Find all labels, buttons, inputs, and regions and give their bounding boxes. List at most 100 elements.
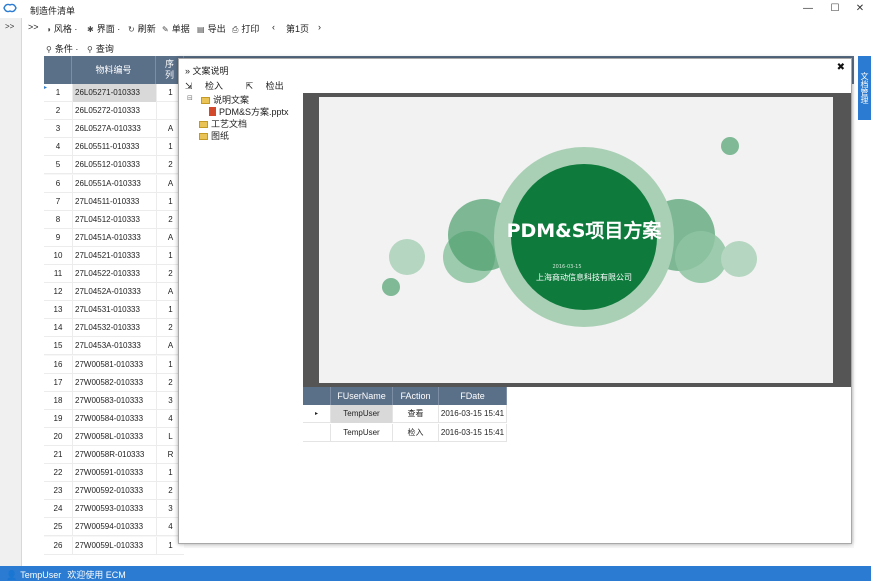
expand-rail-button[interactable]: >> [5, 22, 14, 31]
minimize-button[interactable]: — [800, 2, 816, 16]
row-number[interactable]: 21 [44, 446, 72, 464]
table-row[interactable]: 24 27W00593-010333 3 [44, 500, 184, 519]
material-code-cell[interactable]: 26L05512-010333 [72, 156, 156, 175]
table-row[interactable]: 18 27W00583-010333 3 [44, 391, 184, 410]
tree-folder-drawings[interactable]: 图纸 [199, 129, 229, 142]
log-row-indicator[interactable] [303, 424, 331, 442]
row-number[interactable]: 1 [44, 84, 72, 102]
table-row[interactable]: 23 27W00592-010333 2 [44, 482, 184, 501]
log-user-cell[interactable]: TempUser [331, 424, 393, 442]
row-number[interactable]: 3 [44, 120, 72, 138]
log-row[interactable]: TempUser 检入 2016-03-15 15:41 [303, 424, 507, 442]
table-row[interactable]: 25 27W00594-010333 4 [44, 518, 184, 537]
table-row[interactable]: 11 27L04522-010333 2 [44, 265, 184, 283]
row-number[interactable]: 16 [44, 356, 72, 374]
table-row[interactable]: 10 27L04521-010333 1 [44, 246, 184, 265]
material-code-cell[interactable]: 27L04522-010333 [72, 265, 156, 283]
material-code-cell[interactable]: 27L04512-010333 [72, 210, 156, 229]
log-row[interactable]: ▸ TempUser 查看 2016-03-15 15:41 [303, 405, 507, 423]
table-row[interactable]: 14 27L04532-010333 2 [44, 319, 184, 338]
collapse-icon[interactable]: ⊟ [187, 94, 193, 102]
maximize-button[interactable]: ☐ [827, 2, 843, 16]
table-row[interactable]: 9 27L0451A-010333 A [44, 228, 184, 247]
column-header-code[interactable]: 物料编号 [72, 56, 156, 84]
toolbar-toggle-button[interactable]: >> [28, 22, 39, 32]
log-user-cell[interactable]: TempUser [331, 405, 393, 423]
table-row[interactable]: 3 26L0527A-010333 A [44, 120, 184, 139]
row-number[interactable]: 24 [44, 500, 72, 518]
material-code-cell[interactable]: 27W0058L-010333 [72, 427, 156, 446]
row-number[interactable]: 14 [44, 319, 72, 337]
row-number[interactable]: 7 [44, 193, 72, 211]
document-management-tab[interactable]: 文档管理 [858, 56, 871, 120]
row-number[interactable]: 25 [44, 518, 72, 536]
material-code-cell[interactable]: 27L0452A-010333 [72, 283, 156, 302]
table-row[interactable]: 12 27L0452A-010333 A [44, 283, 184, 302]
material-code-cell[interactable]: 27W0058R-010333 [72, 446, 156, 464]
table-row[interactable]: 16 27W00581-010333 1 [44, 355, 184, 374]
refresh-button[interactable]: ↻ 刷新 [128, 22, 156, 35]
table-row[interactable]: 6 26L0551A-010333 A [44, 174, 184, 193]
table-row[interactable]: 4 26L05511-010333 1 [44, 138, 184, 157]
row-number[interactable]: 23 [44, 482, 72, 500]
material-code-cell[interactable]: 26L05511-010333 [72, 138, 156, 157]
checkin-button[interactable]: ⇲ 检入 [185, 81, 233, 91]
style-menu[interactable]: ◑ 风格 · [46, 22, 77, 35]
material-code-cell[interactable]: 27W00581-010333 [72, 355, 156, 374]
material-code-cell[interactable]: 27W00591-010333 [72, 464, 156, 483]
log-column-user[interactable]: FUserName [331, 387, 393, 405]
condition-menu[interactable]: ⚲ 条件 · [46, 42, 78, 55]
row-number[interactable]: 2 [44, 102, 72, 120]
row-number[interactable]: 8 [44, 211, 72, 229]
row-number[interactable]: 19 [44, 410, 72, 428]
log-action-cell[interactable]: 检入 [393, 424, 439, 442]
row-number[interactable]: 4 [44, 138, 72, 156]
log-date-cell[interactable]: 2016-03-15 15:41 [439, 405, 507, 423]
table-row[interactable]: 19 27W00584-010333 4 [44, 409, 184, 428]
row-number[interactable]: 18 [44, 392, 72, 410]
material-code-cell[interactable]: 26L05271-010333 [72, 84, 156, 102]
row-number[interactable]: 12 [44, 283, 72, 301]
table-row[interactable]: 21 27W0058R-010333 R [44, 446, 184, 464]
table-row[interactable]: 13 27L04531-010333 1 [44, 301, 184, 320]
row-number[interactable]: 13 [44, 301, 72, 319]
row-number[interactable]: 9 [44, 229, 72, 247]
record-button[interactable]: ✎ 单据 [162, 22, 190, 35]
table-row[interactable]: 20 27W0058L-010333 L [44, 427, 184, 446]
material-code-cell[interactable]: 27W00582-010333 [72, 373, 156, 392]
document-preview[interactable]: PDM&S项目方案 2016-03-15 上海商动信息科技有限公司 [303, 93, 851, 387]
material-code-cell[interactable]: 27W00583-010333 [72, 391, 156, 410]
row-number[interactable]: 22 [44, 464, 72, 482]
table-row[interactable]: 15 27L0453A-010333 A [44, 337, 184, 356]
next-page-button[interactable]: › [318, 22, 321, 32]
material-code-cell[interactable]: 27W00584-010333 [72, 409, 156, 428]
table-row[interactable]: 5 26L05512-010333 2 [44, 156, 184, 175]
row-number[interactable]: 10 [44, 247, 72, 265]
prev-page-button[interactable]: ‹ [272, 22, 275, 32]
table-row[interactable]: 7 27L04511-010333 1 [44, 192, 184, 211]
material-code-cell[interactable]: 26L05272-010333 [72, 102, 156, 121]
dialog-close-button[interactable]: ✖ [837, 62, 845, 73]
material-code-cell[interactable]: 26L0551A-010333 [72, 174, 156, 193]
export-button[interactable]: ▤ 导出 [197, 22, 226, 35]
table-row[interactable]: 22 27W00591-010333 1 [44, 464, 184, 483]
material-code-cell[interactable]: 27L04511-010333 [72, 192, 156, 211]
material-code-cell[interactable]: 27L0453A-010333 [72, 337, 156, 356]
table-row[interactable]: 8 27L04512-010333 2 [44, 210, 184, 229]
log-action-cell[interactable]: 查看 [393, 405, 439, 423]
row-number[interactable]: 11 [44, 265, 72, 283]
material-code-cell[interactable]: 27W00593-010333 [72, 500, 156, 519]
material-code-cell[interactable]: 27W00592-010333 [72, 482, 156, 501]
log-column-date[interactable]: FDate [439, 387, 507, 405]
material-code-cell[interactable]: 27L04531-010333 [72, 301, 156, 320]
material-code-cell[interactable]: 27W00594-010333 [72, 518, 156, 537]
close-window-button[interactable]: ✕ [852, 2, 868, 16]
log-date-cell[interactable]: 2016-03-15 15:41 [439, 424, 507, 442]
table-row[interactable]: 2 26L05272-010333 [44, 102, 184, 121]
log-row-indicator[interactable]: ▸ [303, 405, 331, 423]
material-code-cell[interactable]: 27L04532-010333 [72, 319, 156, 338]
row-number[interactable]: 5 [44, 156, 72, 174]
layout-menu[interactable]: ✱ 界面 · [87, 22, 120, 35]
row-number[interactable]: 6 [44, 175, 72, 193]
material-code-cell[interactable]: 26L0527A-010333 [72, 120, 156, 139]
